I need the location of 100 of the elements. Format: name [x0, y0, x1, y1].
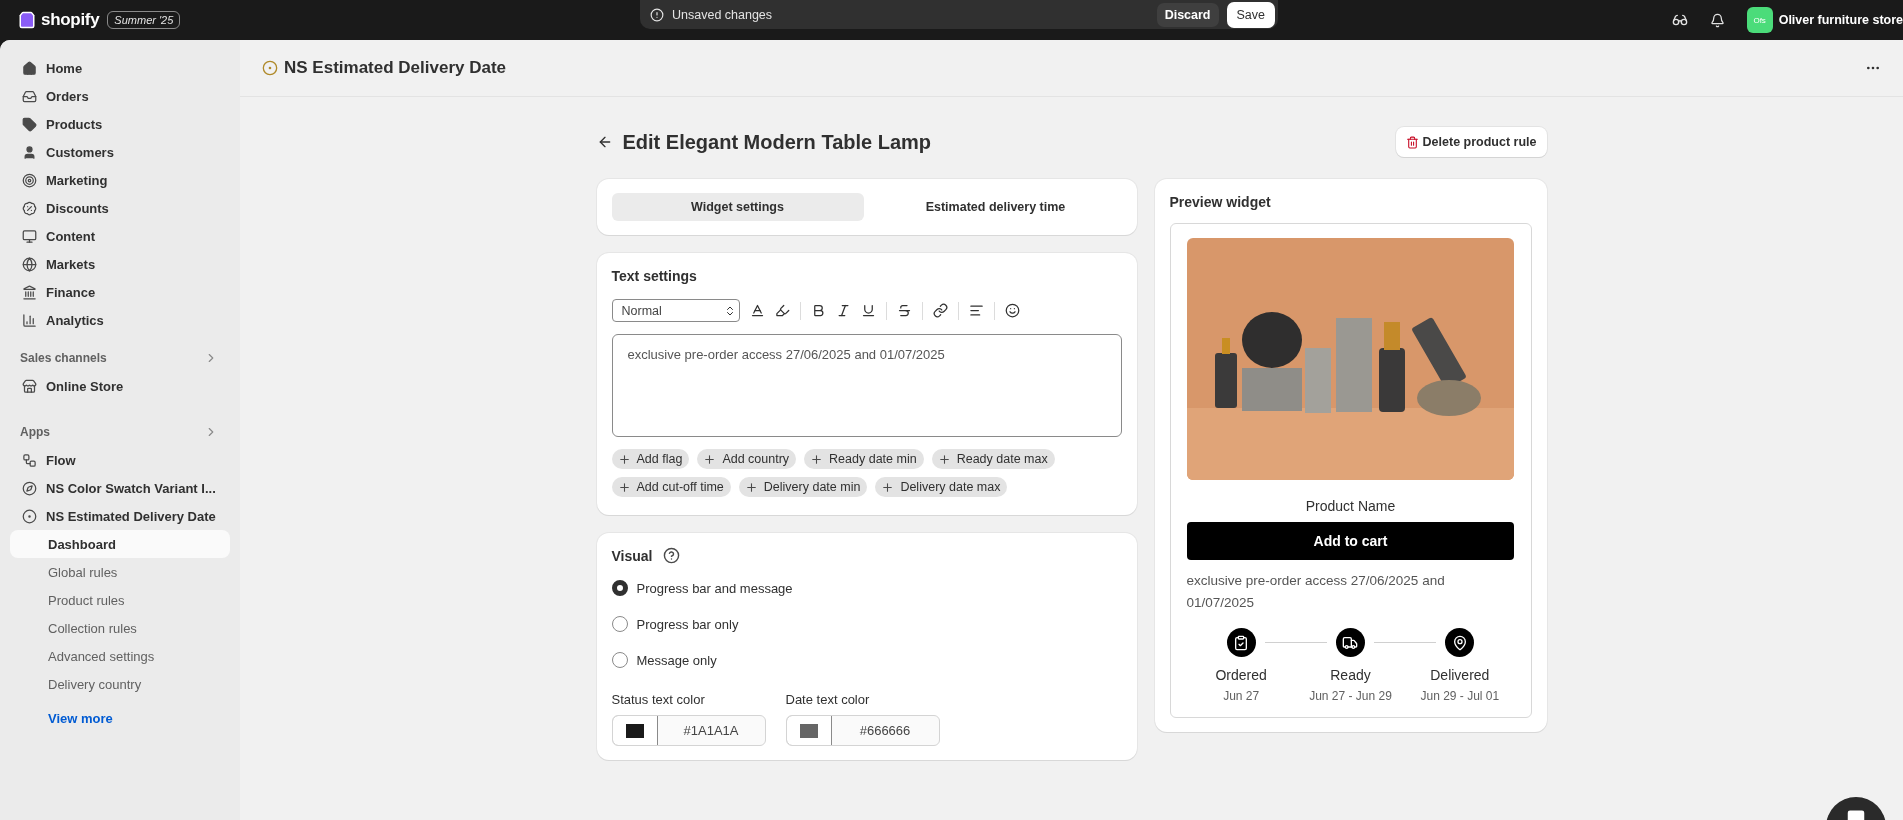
nav-item[interactable]: Finance — [10, 278, 230, 306]
nav-item[interactable]: Orders — [10, 82, 230, 110]
text-color-icon[interactable] — [749, 303, 765, 318]
nav-item[interactable]: Online Store — [10, 372, 230, 400]
nav-subitem[interactable]: Global rules — [10, 558, 230, 586]
product-name: Product Name — [1305, 498, 1396, 514]
nav-item[interactable]: Markets — [10, 250, 230, 278]
notifications-icon[interactable] — [1709, 12, 1725, 28]
insert-tag-chip[interactable]: Ready date min — [804, 449, 924, 469]
insert-tag-chip[interactable]: Add country — [697, 449, 797, 469]
nav-subitem[interactable]: Collection rules — [10, 614, 230, 642]
step-date: Jun 27 — [1223, 689, 1260, 703]
card-title: Visual — [611, 547, 653, 564]
sidekick-icon[interactable] — [1671, 12, 1688, 28]
nav-item[interactable]: Customers — [10, 138, 230, 166]
insert-tag-chip[interactable]: Delivery date max — [875, 477, 1008, 497]
card-title: Text settings — [611, 268, 697, 284]
insert-tag-chip[interactable]: Delivery date min — [738, 477, 868, 497]
app-icon — [262, 60, 278, 76]
highlight-icon[interactable] — [774, 303, 790, 318]
truck-icon — [1336, 628, 1365, 657]
plus-icon — [937, 452, 951, 466]
nav-item[interactable]: Analytics — [10, 306, 230, 334]
edition-badge: Summer '25 — [107, 11, 181, 29]
tab[interactable]: Estimated delivery time — [869, 193, 1122, 221]
radio-option[interactable]: Message only — [611, 652, 1122, 668]
field-label: Date text color — [785, 692, 871, 707]
step-label: Ready — [1330, 667, 1371, 683]
plus-icon — [881, 480, 895, 494]
save-button[interactable]: Save — [1226, 1, 1275, 28]
alert-icon — [650, 7, 664, 22]
discount-icon — [22, 200, 37, 216]
color-field[interactable]: #1A1A1A — [611, 715, 766, 746]
app-title: NS Estimated Delivery Date — [284, 58, 507, 78]
plus-icon — [703, 452, 717, 466]
nav-item[interactable]: Products — [10, 110, 230, 138]
format-select[interactable]: Normal — [611, 299, 740, 322]
inbox-icon — [22, 88, 37, 104]
radio-option[interactable]: Progress bar and message — [611, 580, 1122, 596]
target-icon — [22, 508, 37, 524]
unsaved-message: Unsaved changes — [672, 7, 774, 22]
radio-option[interactable]: Progress bar only — [611, 616, 1122, 632]
brand-name: shopify — [41, 10, 100, 30]
radio-button[interactable] — [611, 652, 628, 668]
nav-item[interactable]: NS Color Swatch Variant I... — [10, 474, 230, 502]
radio-button[interactable] — [611, 580, 628, 596]
align-icon[interactable] — [968, 303, 984, 318]
step-date: Jun 27 - Jun 29 — [1309, 689, 1392, 703]
trash-icon — [1405, 135, 1419, 149]
link-icon[interactable] — [932, 303, 948, 318]
store-icon — [22, 378, 37, 394]
globe-icon — [22, 256, 37, 272]
color-field[interactable]: #666666 — [785, 715, 940, 746]
monitor-icon — [22, 228, 37, 244]
nav-item[interactable]: Flow — [10, 446, 230, 474]
delivery-message: exclusive pre-order access 27/06/2025 and 01/07/2025 — [1186, 572, 1446, 612]
flow-icon — [22, 452, 37, 468]
insert-tag-chip[interactable]: Ready date max — [931, 449, 1055, 469]
tag-icon — [22, 116, 37, 132]
add-to-cart-button[interactable]: Add to cart — [1187, 522, 1514, 560]
nav-subitem[interactable]: Dashboard — [10, 530, 230, 558]
emoji-icon[interactable] — [1004, 303, 1020, 318]
step-label: Delivered — [1430, 667, 1490, 683]
nav-subitem[interactable]: Product rules — [10, 586, 230, 614]
help-icon[interactable] — [662, 547, 680, 564]
nav-item[interactable]: Marketing — [10, 166, 230, 194]
page-title: Edit Elegant Modern Table Lamp — [622, 130, 933, 154]
store-name[interactable]: Oliver furniture store — [1778, 13, 1903, 27]
step-date: Jun 29 - Jul 01 — [1420, 689, 1500, 703]
plus-icon — [744, 480, 758, 494]
italic-icon[interactable] — [835, 303, 851, 318]
home-icon — [22, 60, 37, 76]
view-more-link[interactable]: View more — [10, 704, 230, 732]
delete-button[interactable]: Delete product rule — [1395, 127, 1547, 157]
nav-item[interactable]: NS Estimated Delivery Date — [10, 502, 230, 530]
nav-subitem[interactable]: Delivery country — [10, 670, 230, 698]
plus-icon — [617, 452, 631, 466]
bank-icon — [22, 284, 37, 300]
section-title: Apps — [20, 425, 50, 439]
radio-button[interactable] — [611, 616, 628, 632]
nav-item[interactable]: Content — [10, 222, 230, 250]
tab[interactable]: Widget settings — [611, 193, 864, 221]
strikethrough-icon[interactable] — [896, 303, 912, 318]
nav-item[interactable]: Home — [10, 54, 230, 82]
card-title: Preview widget — [1169, 194, 1271, 210]
map-pin-icon — [1445, 628, 1475, 657]
target-icon — [22, 172, 37, 188]
clipboard-check-icon — [1226, 628, 1256, 657]
section-title: Sales channels — [20, 351, 107, 365]
insert-tag-chip[interactable]: Add cut-off time — [611, 477, 731, 497]
plus-icon — [617, 480, 631, 494]
insert-tag-chip[interactable]: Add flag — [611, 449, 690, 469]
underline-icon[interactable] — [860, 303, 876, 318]
person-icon — [22, 144, 37, 160]
message-editor[interactable]: exclusive pre-order access 27/06/2025 and 01/07/2025 — [611, 334, 1122, 437]
nav-subitem[interactable]: Advanced settings — [10, 642, 230, 670]
shopify-logo-icon — [18, 11, 36, 29]
compass-icon — [22, 480, 37, 496]
discard-button[interactable]: Discard — [1156, 2, 1219, 27]
nav-item[interactable]: Discounts — [10, 194, 230, 222]
